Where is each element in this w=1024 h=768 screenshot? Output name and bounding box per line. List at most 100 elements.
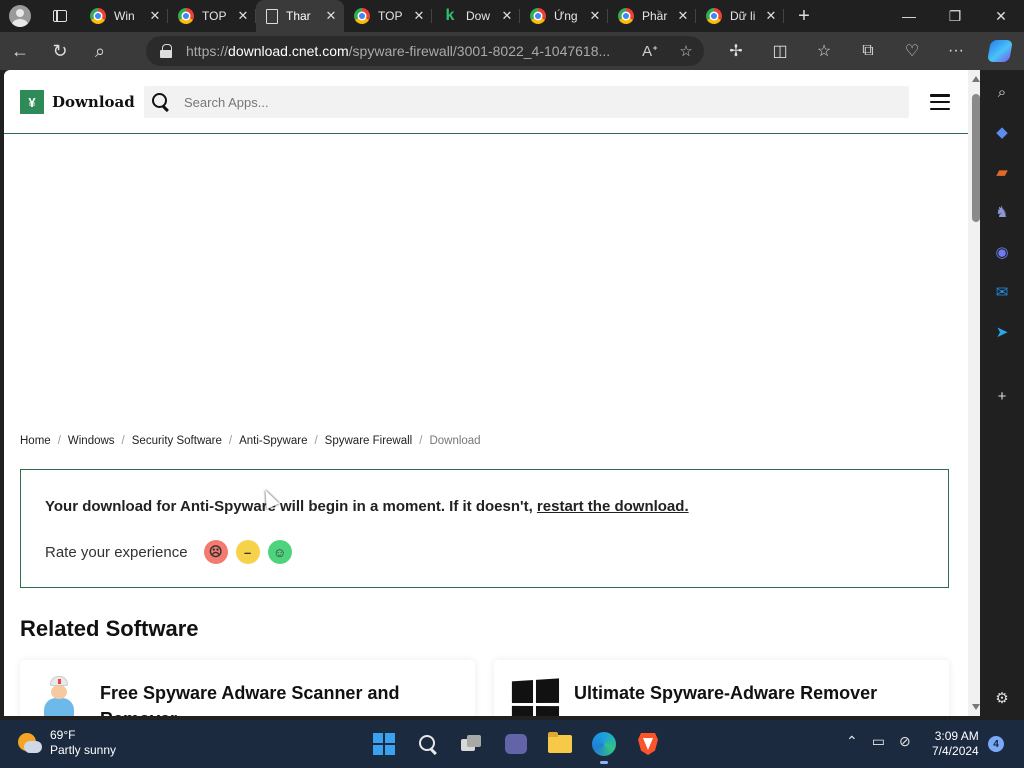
- teams-button[interactable]: [500, 728, 532, 760]
- url-text[interactable]: https://download.cnet.com/spyware-firewa…: [186, 43, 632, 59]
- page-scrollbar[interactable]: [968, 70, 980, 716]
- notification-badge[interactable]: 4: [988, 736, 1004, 752]
- tab[interactable]: Ứng ✕: [520, 0, 608, 32]
- breadcrumb-current: Download: [429, 435, 481, 447]
- games-icon[interactable]: ♞: [992, 202, 1012, 222]
- close-tab-icon[interactable]: ✕: [500, 8, 514, 24]
- chrome-icon: [706, 8, 722, 24]
- date-text: 7/4/2024: [932, 744, 979, 758]
- restart-download-link[interactable]: restart the download.: [537, 498, 689, 515]
- search-icon-button[interactable]: ⌕: [80, 32, 120, 70]
- breadcrumb-security-software[interactable]: Security Software: [132, 435, 222, 447]
- site-logo[interactable]: ¥ Download: [20, 90, 135, 114]
- add-sidebar-app-icon[interactable]: +: [992, 386, 1012, 406]
- taskbar-search-button[interactable]: [412, 728, 444, 760]
- tab[interactable]: Win ✕: [80, 0, 168, 32]
- close-tab-icon[interactable]: ✕: [412, 8, 426, 24]
- network-off-icon[interactable]: ⊘: [899, 733, 911, 750]
- search-box[interactable]: [144, 86, 909, 118]
- brave-button[interactable]: [632, 728, 664, 760]
- favorites-icon[interactable]: ☆: [802, 32, 846, 70]
- tab-title: Phầr: [642, 9, 668, 23]
- profile-button[interactable]: [0, 0, 40, 32]
- shopping-tag-icon[interactable]: ◆: [992, 122, 1012, 142]
- breadcrumb-separator: /: [57, 435, 61, 447]
- task-view-button[interactable]: [456, 728, 488, 760]
- tab[interactable]: TOP ✕: [344, 0, 432, 32]
- rate-experience: Rate your experience ☹ – ☺: [45, 540, 292, 564]
- close-tab-icon[interactable]: ✕: [588, 8, 602, 24]
- collections-icon[interactable]: ⧉: [846, 32, 890, 70]
- edge-button[interactable]: [588, 728, 620, 764]
- weather-widget[interactable]: 69°F Partly sunny: [18, 728, 116, 758]
- breadcrumb-windows[interactable]: Windows: [68, 435, 115, 447]
- related-card[interactable]: Free Spyware Adware Scanner and Remover: [20, 660, 475, 716]
- tab-actions-button[interactable]: [40, 0, 80, 32]
- search-input[interactable]: [184, 94, 784, 110]
- copilot-icon: [987, 40, 1013, 62]
- breadcrumb-separator: /: [228, 435, 233, 447]
- extensions-icon[interactable]: ✢: [714, 32, 758, 70]
- close-tab-icon[interactable]: ✕: [148, 8, 162, 24]
- breadcrumb-anti-spyware[interactable]: Anti-Spyware: [239, 435, 307, 447]
- url-prefix: https://: [186, 43, 229, 59]
- display-icon[interactable]: ▭: [872, 733, 885, 750]
- tools-icon[interactable]: ▰: [992, 162, 1012, 182]
- scroll-thumb[interactable]: [972, 94, 980, 222]
- tab[interactable]: TOP ✕: [168, 0, 256, 32]
- tab-title: TOP: [202, 9, 227, 23]
- related-card-title[interactable]: Free Spyware Adware Scanner and Remover: [100, 680, 460, 716]
- related-card[interactable]: Ultimate Spyware-Adware Remover: [494, 660, 949, 716]
- read-aloud-icon[interactable]: Aᐩ: [632, 42, 668, 60]
- windows-taskbar: 69°F Partly sunny ⌃ ▭ ⊘ 3:09 AM 7/4/2024 …: [0, 720, 1024, 768]
- close-tab-icon[interactable]: ✕: [236, 8, 250, 24]
- breadcrumb-spyware-firewall[interactable]: Spyware Firewall: [325, 435, 413, 447]
- avatar-icon: [9, 5, 31, 27]
- sad-face-icon[interactable]: ☹: [203, 540, 228, 564]
- sidebar-search-icon[interactable]: ⌕: [992, 82, 1012, 102]
- neutral-face-icon[interactable]: –: [235, 540, 260, 564]
- breadcrumb-separator: /: [419, 435, 423, 447]
- start-button[interactable]: [368, 728, 400, 760]
- tab-active[interactable]: Thar ✕: [256, 0, 344, 32]
- document-icon: [266, 8, 278, 24]
- breadcrumb-home[interactable]: Home: [20, 435, 51, 447]
- split-screen-icon[interactable]: ◫: [758, 32, 802, 70]
- restore-button[interactable]: ❐: [932, 0, 978, 32]
- browser-essentials-icon[interactable]: ♡: [890, 32, 934, 70]
- scroll-up-icon[interactable]: [972, 76, 980, 82]
- back-button[interactable]: ←: [0, 32, 40, 70]
- k-icon: k: [445, 7, 455, 24]
- favorite-star-icon[interactable]: ☆: [668, 42, 704, 60]
- close-tab-icon[interactable]: ✕: [676, 8, 690, 24]
- close-window-button[interactable]: ✕: [978, 0, 1024, 32]
- scroll-down-icon[interactable]: [972, 704, 980, 710]
- tab-title: Win: [114, 9, 135, 23]
- tab[interactable]: k Dow ✕: [432, 0, 520, 32]
- drop-icon[interactable]: ➤: [992, 322, 1012, 342]
- chevron-up-icon[interactable]: ⌃: [846, 733, 858, 750]
- tab-strip: Win ✕ TOP ✕ Thar ✕ TOP ✕ k Dow ✕ Ứng ✕ Phầr ✕ Dữ…: [0, 0, 1024, 32]
- menu-button[interactable]: [930, 94, 950, 110]
- search-icon: [419, 735, 437, 753]
- copilot-sidebar-icon[interactable]: ◉: [992, 242, 1012, 262]
- close-tab-icon[interactable]: ✕: [324, 8, 338, 24]
- tab[interactable]: Phầr ✕: [608, 0, 696, 32]
- more-options-icon[interactable]: ···: [934, 32, 978, 70]
- clock[interactable]: 3:09 AM 7/4/2024: [932, 729, 979, 759]
- related-card-title[interactable]: Ultimate Spyware-Adware Remover: [574, 680, 934, 706]
- copilot-button[interactable]: [978, 32, 1022, 70]
- sidebar-settings-icon[interactable]: ⚙: [992, 688, 1012, 708]
- minimize-button[interactable]: —: [886, 0, 932, 32]
- outlook-icon[interactable]: ✉: [992, 282, 1012, 302]
- file-explorer-button[interactable]: [544, 728, 576, 760]
- hamburger-line: [930, 107, 950, 110]
- address-bar[interactable]: https://download.cnet.com/spyware-firewa…: [146, 36, 704, 66]
- new-tab-button[interactable]: +: [784, 0, 824, 32]
- taskbar-apps: [368, 728, 664, 764]
- close-tab-icon[interactable]: ✕: [764, 8, 778, 24]
- site-header: ¥ Download: [4, 70, 968, 134]
- happy-face-icon[interactable]: ☺: [267, 540, 292, 564]
- refresh-button[interactable]: ↻: [40, 32, 80, 70]
- tab[interactable]: Dữ li ✕: [696, 0, 784, 32]
